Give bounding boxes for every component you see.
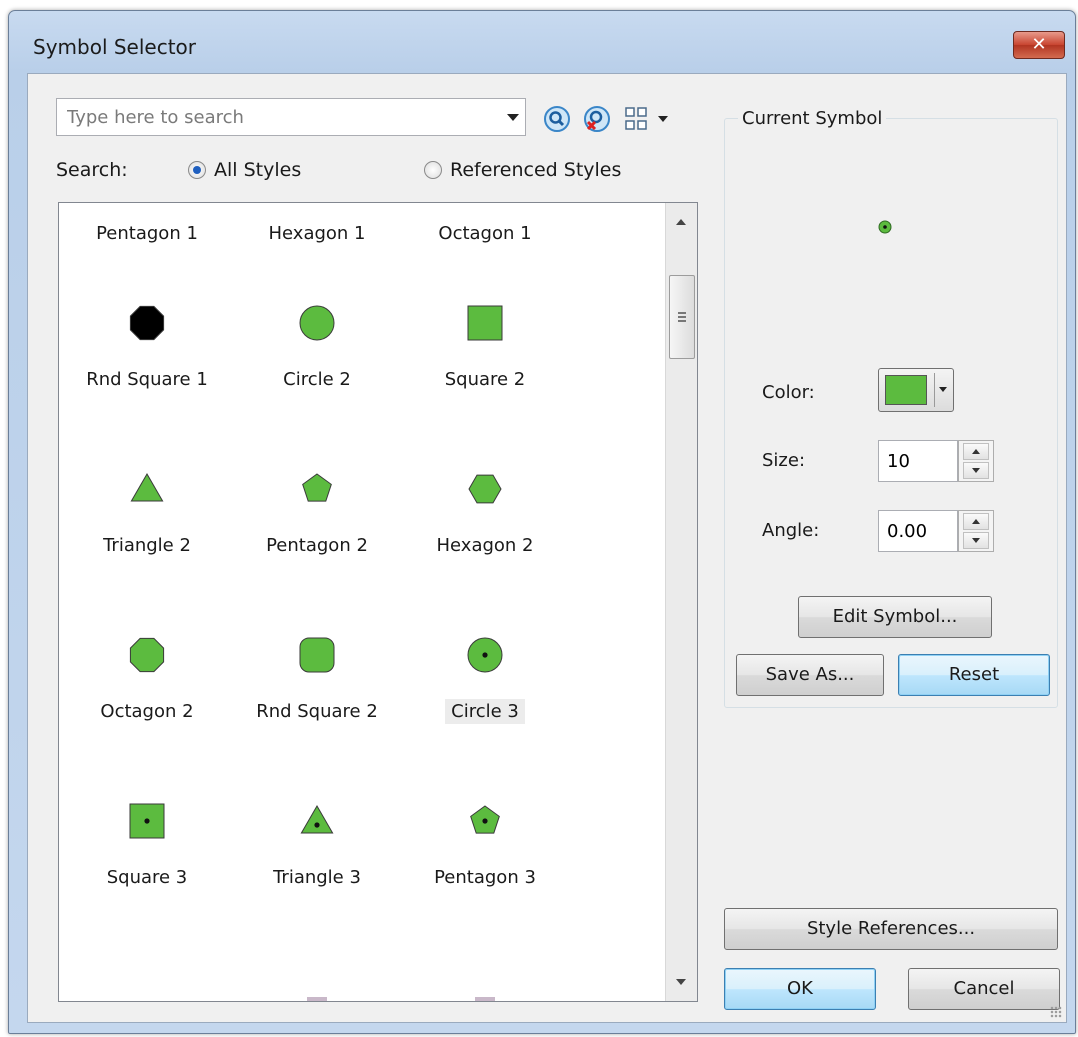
symbol-cell[interactable]: Triangle 2 bbox=[67, 469, 227, 556]
search-label: Search: bbox=[56, 159, 128, 181]
angle-spinner[interactable] bbox=[958, 510, 994, 552]
square-symbol-icon bbox=[467, 305, 503, 341]
radio-button-unchecked[interactable] bbox=[424, 161, 442, 179]
pentagon-symbol-icon bbox=[470, 805, 500, 834]
symbol-cell[interactable]: Hexagon 2 bbox=[405, 469, 565, 556]
circle-symbol-icon bbox=[299, 305, 335, 341]
angle-input[interactable] bbox=[878, 510, 958, 552]
angle-increment-button[interactable] bbox=[963, 513, 989, 530]
symbol-label: Circle 2 bbox=[283, 369, 351, 390]
symbol-label: Triangle 2 bbox=[103, 535, 191, 556]
style-references-button[interactable]: Style References... bbox=[724, 908, 1058, 950]
symbol-cell[interactable]: Pentagon 1 bbox=[67, 223, 227, 244]
radio-referenced-styles[interactable]: Referenced Styles bbox=[424, 159, 621, 181]
symbol-cell[interactable]: Rnd Square 1 bbox=[67, 303, 227, 390]
symbol-label: Hexagon 2 bbox=[436, 535, 534, 556]
size-decrement-button[interactable] bbox=[963, 462, 989, 479]
chevron-down-icon[interactable] bbox=[507, 114, 519, 121]
dialog-body: Search: All Styles Referenced Styles Pen… bbox=[27, 73, 1067, 1023]
octagon-symbol-icon bbox=[129, 305, 165, 341]
vertical-scrollbar[interactable] bbox=[665, 203, 697, 1001]
symbol-cell[interactable]: Triangle 3 bbox=[237, 801, 397, 888]
pentagon-symbol-icon bbox=[302, 473, 332, 502]
symbol-label: Rnd Square 1 bbox=[86, 369, 208, 390]
symbol-cell[interactable]: Octagon 1 bbox=[405, 223, 565, 244]
symbol-cell[interactable]: Octagon 2 bbox=[67, 635, 227, 722]
symbol-label: Square 2 bbox=[444, 369, 526, 390]
scroll-down-arrow-icon[interactable] bbox=[676, 979, 686, 985]
symbol-cell[interactable]: Rnd Square 2 bbox=[237, 635, 397, 722]
radio-button-checked[interactable] bbox=[188, 161, 206, 179]
symbol-label: Octagon 2 bbox=[100, 701, 194, 722]
triangle-symbol-icon bbox=[300, 805, 334, 834]
dialog-window: Symbol Selector ✕ Search: bbox=[8, 10, 1076, 1034]
save-as-button[interactable]: Save As... bbox=[736, 654, 884, 696]
size-spinner[interactable] bbox=[958, 440, 994, 482]
current-symbol-preview bbox=[878, 220, 892, 234]
angle-label: Angle: bbox=[762, 520, 820, 541]
color-label: Color: bbox=[762, 382, 815, 403]
hexagon-symbol-icon bbox=[468, 474, 502, 504]
size-input[interactable] bbox=[878, 440, 958, 482]
radio-all-styles[interactable]: All Styles bbox=[188, 159, 301, 181]
symbol-gallery[interactable]: Pentagon 1 Hexagon 1 Octagon 1 Rnd Square 1… bbox=[58, 202, 698, 1002]
partial-symbol-icon bbox=[307, 997, 327, 1001]
dialog-title: Symbol Selector bbox=[33, 35, 197, 59]
symbol-cell[interactable]: Square 3 bbox=[67, 801, 227, 888]
scrollbar-thumb[interactable] bbox=[669, 275, 695, 359]
view-options-icon[interactable] bbox=[624, 106, 674, 132]
symbol-label: Pentagon 1 bbox=[96, 223, 198, 244]
symbol-label: Pentagon 2 bbox=[266, 535, 368, 556]
rndsquare-symbol-icon bbox=[299, 637, 335, 673]
symbol-label: Rnd Square 2 bbox=[256, 701, 378, 722]
cancel-button[interactable]: Cancel bbox=[908, 968, 1060, 1010]
size-label: Size: bbox=[762, 450, 806, 471]
symbol-label: Triangle 3 bbox=[273, 867, 361, 888]
resize-grip-icon[interactable] bbox=[1050, 1006, 1062, 1018]
symbol-cell[interactable]: Hexagon 1 bbox=[237, 223, 397, 244]
scroll-up-arrow-icon[interactable] bbox=[676, 219, 686, 225]
clear-search-icon[interactable] bbox=[584, 106, 610, 132]
size-increment-button[interactable] bbox=[963, 443, 989, 460]
symbol-label: Pentagon 3 bbox=[434, 867, 536, 888]
symbol-cell[interactable]: Circle 3 bbox=[405, 635, 565, 724]
color-picker-button[interactable] bbox=[878, 368, 954, 412]
radio-label-referenced-styles: Referenced Styles bbox=[450, 159, 622, 181]
symbol-cell[interactable]: Pentagon 3 bbox=[405, 801, 565, 888]
symbol-label: Circle 3 bbox=[445, 699, 525, 724]
symbol-label: Octagon 1 bbox=[438, 223, 532, 244]
symbol-cell[interactable]: Pentagon 2 bbox=[237, 469, 397, 556]
ok-button[interactable]: OK bbox=[724, 968, 876, 1010]
color-swatch bbox=[885, 375, 927, 405]
circle-symbol-icon bbox=[467, 637, 503, 673]
symbol-cell[interactable]: Circle 2 bbox=[237, 303, 397, 390]
current-symbol-title: Current Symbol bbox=[738, 108, 887, 129]
partial-symbol-icon bbox=[475, 997, 495, 1001]
angle-decrement-button[interactable] bbox=[963, 532, 989, 549]
symbol-cell[interactable]: Square 2 bbox=[405, 303, 565, 390]
chevron-down-icon bbox=[939, 387, 947, 392]
symbol-label: Square 3 bbox=[106, 867, 188, 888]
close-icon: ✕ bbox=[1031, 34, 1047, 55]
close-button[interactable]: ✕ bbox=[1013, 31, 1065, 59]
square-symbol-icon bbox=[129, 803, 165, 839]
search-icon[interactable] bbox=[544, 106, 570, 132]
octagon-symbol-icon bbox=[129, 637, 165, 673]
radio-label-all-styles: All Styles bbox=[214, 159, 302, 181]
symbol-label: Hexagon 1 bbox=[268, 223, 366, 244]
edit-symbol-button[interactable]: Edit Symbol... bbox=[798, 596, 992, 638]
search-input[interactable] bbox=[57, 99, 487, 135]
search-combobox[interactable] bbox=[56, 98, 526, 136]
triangle-symbol-icon bbox=[130, 473, 164, 502]
reset-button[interactable]: Reset bbox=[898, 654, 1050, 696]
